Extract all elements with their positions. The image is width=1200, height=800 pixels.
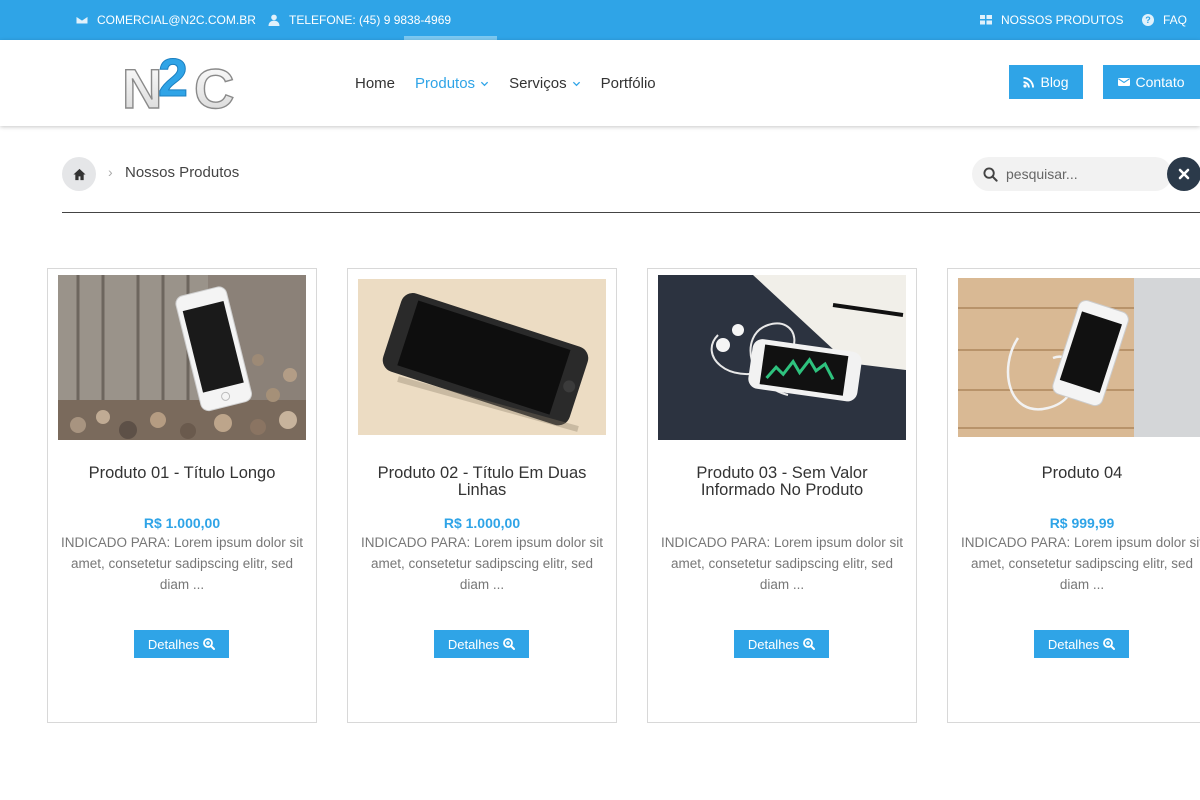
product-price: R$ 1.000,00 — [143, 515, 221, 531]
details-button-label: Detalhes — [447, 636, 500, 652]
details-button[interactable]: Detalhes — [434, 630, 529, 658]
product-title[interactable]: Produto 04 — [958, 465, 1200, 482]
blog-button[interactable]: Blog — [1009, 65, 1083, 99]
nav-home[interactable]: Home — [355, 75, 395, 92]
envelope-icon — [76, 15, 88, 25]
product-image[interactable] — [958, 278, 1200, 437]
product-image[interactable] — [658, 275, 906, 440]
phone-on-stones-image — [58, 275, 306, 440]
nav-produtos-label: Produtos — [415, 74, 476, 92]
product-price: R$ 1.000,00 — [443, 515, 521, 531]
top-phone: TELEFONE: (45) 9 9838-4969 — [268, 0, 451, 40]
search-box — [972, 157, 1172, 191]
top-phone-text: TELEFONE: (45) 9 9838-4969 — [289, 13, 452, 27]
details-button-label: Detalhes — [1047, 636, 1100, 652]
top-email[interactable]: COMERCIAL@N2C.COM.BR — [76, 0, 256, 40]
product-description: INDICADO PARA: Lorem ipsum dolor sit ame… — [60, 535, 304, 592]
zoom-in-icon — [803, 638, 816, 650]
top-faq-link[interactable]: ? FAQ — [1142, 0, 1187, 40]
phone-on-wood-image — [958, 278, 1200, 437]
details-button-label: Detalhes — [747, 636, 800, 652]
top-email-text: COMERCIAL@N2C.COM.BR — [97, 13, 256, 27]
product-description: INDICADO PARA: Lorem ipsum dolor sit ame… — [660, 535, 904, 592]
details-button[interactable]: Detalhes — [1034, 630, 1129, 658]
top-faq-text: FAQ — [1163, 13, 1188, 27]
blog-button-label: Blog — [1040, 74, 1069, 90]
phone-on-table-image — [358, 279, 606, 435]
search-close-button[interactable] — [1167, 157, 1200, 191]
rss-icon — [1023, 77, 1035, 88]
main-nav: Home Produtos Serviços Portfólio — [355, 40, 676, 126]
zoom-in-icon — [1103, 638, 1116, 650]
product-description: INDICADO PARA: Lorem ipsum dolor sit ame… — [360, 535, 604, 592]
product-card: Produto 03 - Sem Valor Informado No Prod… — [647, 268, 917, 723]
product-price: R$ 999,99 — [1049, 515, 1115, 531]
search-input[interactable] — [1006, 163, 1146, 185]
question-circle-icon: ? — [1142, 14, 1154, 26]
top-products-text: NOSSOS PRODUTOS — [1001, 13, 1124, 27]
product-title[interactable]: Produto 02 - Título Em Duas Linhas — [358, 465, 606, 499]
top-bar: COMERCIAL@N2C.COM.BR TELEFONE: (45) 9 98… — [0, 0, 1200, 40]
breadcrumb-current: Nossos Produtos — [125, 164, 240, 181]
grid-icon — [980, 15, 992, 25]
envelope-icon — [1118, 78, 1131, 86]
logo-image: N 2 C — [121, 48, 235, 121]
nav-servicos-label: Serviços — [509, 74, 567, 92]
nav-portfolio[interactable]: Portfólio — [601, 75, 656, 92]
zoom-in-icon — [203, 638, 216, 650]
chevron-down-icon — [572, 81, 580, 86]
section-divider — [62, 212, 1200, 213]
home-icon — [72, 168, 86, 180]
svg-text:?: ? — [1145, 15, 1151, 25]
svg-text:C: C — [194, 57, 234, 116]
breadcrumb-separator-icon: › — [108, 164, 113, 180]
chevron-down-icon — [480, 81, 489, 86]
svg-text:N: N — [122, 57, 162, 116]
phone-with-earphones-image — [658, 275, 906, 440]
nav-servicos[interactable]: Serviços — [509, 75, 581, 92]
n2c-logo[interactable]: N 2 C — [120, 48, 240, 121]
contato-button-label: Contato — [1135, 74, 1185, 90]
product-title[interactable]: Produto 03 - Sem Valor Informado No Prod… — [658, 465, 906, 499]
details-button[interactable]: Detalhes — [734, 630, 829, 658]
product-title[interactable]: Produto 01 - Título Longo — [58, 465, 306, 482]
product-description: INDICADO PARA: Lorem ipsum dolor sit ame… — [960, 535, 1200, 592]
svg-text:2: 2 — [158, 48, 188, 108]
product-card: Produto 02 - Título Em Duas Linhas R$ 1.… — [347, 268, 617, 723]
site-header: N 2 C Home Produtos Serviços Portfólio B… — [0, 40, 1200, 126]
details-button[interactable]: Detalhes — [134, 630, 229, 658]
product-image[interactable] — [58, 275, 306, 440]
product-image[interactable] — [358, 279, 606, 435]
close-icon — [1178, 168, 1190, 180]
zoom-in-icon — [503, 638, 516, 650]
search-icon — [983, 167, 998, 182]
product-card: Produto 01 - Título Longo R$ 1.000,00 IN… — [47, 268, 317, 723]
user-icon — [268, 14, 280, 26]
details-button-label: Detalhes — [147, 636, 200, 652]
nav-produtos[interactable]: Produtos — [415, 75, 489, 92]
breadcrumb-home[interactable] — [62, 157, 96, 191]
contato-button[interactable]: Contato — [1103, 65, 1200, 99]
product-card: Produto 04 R$ 999,99 INDICADO PARA: Lore… — [947, 268, 1200, 723]
top-products-link[interactable]: NOSSOS PRODUTOS — [980, 0, 1123, 40]
